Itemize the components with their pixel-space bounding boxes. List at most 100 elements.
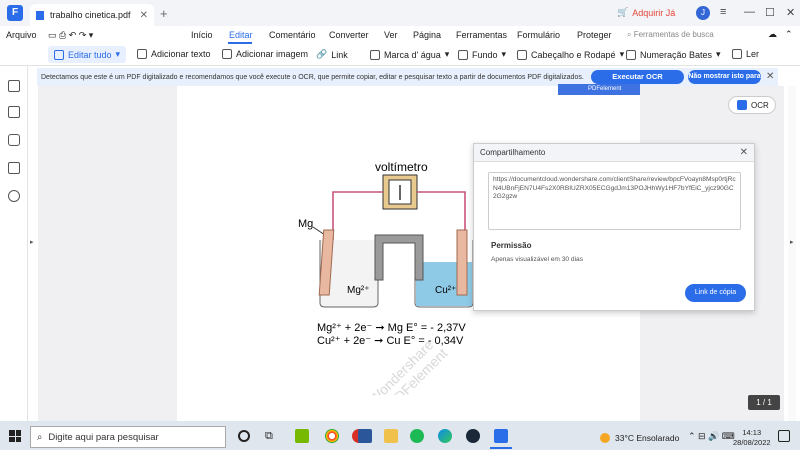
share-dialog: Compartilhamento ✕ https://documentcloud… (473, 143, 755, 311)
dialog-header: Compartilhamento ✕ (474, 144, 754, 162)
edge-icon[interactable] (438, 429, 452, 443)
mg-label: Mg (298, 218, 313, 230)
clock-time: 14:13 (742, 428, 762, 437)
scrollbar[interactable] (788, 86, 796, 421)
watermark-button[interactable]: Marca d' água ▾ (370, 49, 449, 60)
watermark-icon (370, 49, 380, 60)
sun-icon (600, 433, 610, 443)
ocr-message: Detectamos que este é um PDF digitalizad… (41, 73, 584, 81)
clock-date: 28/08/2022 (733, 438, 771, 447)
equation-mg: Mg²⁺ + 2e⁻ ➞ Mg E° = - 2,37V (317, 322, 466, 334)
search-placeholder: Digite aqui para pesquisar (48, 431, 159, 443)
document-tab[interactable]: trabalho cinetica.pdf ✕ (30, 4, 154, 26)
read-button[interactable]: Ler (732, 49, 759, 59)
pdf-icon (36, 10, 44, 20)
menu-converter[interactable]: Converter (329, 30, 369, 40)
menu-comentario[interactable]: Comentário (269, 30, 316, 40)
left-sidebar (0, 66, 28, 421)
edit-icon (54, 49, 64, 60)
chrome-icon[interactable] (325, 429, 339, 443)
add-image-label: Adicionar imagem (236, 49, 309, 59)
dialog-title: Compartilhamento (480, 148, 546, 157)
permission-text: Apenas visualizável em 30 dias (491, 256, 583, 263)
buy-button[interactable]: 🛒 Adquirir Já (617, 7, 675, 18)
menu-pagina[interactable]: Página (413, 30, 441, 40)
file-explorer-icon[interactable] (384, 429, 398, 443)
cu-ion-label: Cu²⁺ (435, 285, 456, 296)
cloud-icon[interactable]: ☁ (768, 29, 777, 40)
menu-icon[interactable]: ≡ (720, 6, 726, 18)
dont-show-button[interactable]: Não mostrar isto para (688, 70, 761, 84)
collapse-ribbon-icon[interactable]: ⌃ (785, 29, 793, 40)
menu-proteger[interactable]: Proteger (577, 30, 612, 40)
weather-text: 33°C Ensolarado (615, 433, 680, 443)
add-image-button[interactable]: Adicionar imagem (222, 49, 308, 59)
cart-icon: 🛒 (617, 7, 629, 17)
bates-button[interactable]: Numeração Bates ▾ (626, 49, 721, 60)
close-ocr-bar-icon[interactable]: ✕ (766, 71, 774, 82)
steam-icon[interactable] (466, 429, 480, 443)
maximize-button[interactable]: ☐ (765, 6, 775, 19)
nvidia-icon[interactable] (295, 429, 309, 443)
salt-bridge (374, 234, 424, 281)
pdfelement-taskbar-icon[interactable] (494, 429, 508, 443)
thumbnails-icon[interactable] (8, 80, 20, 92)
search-icon[interactable] (8, 190, 20, 202)
cortana-icon[interactable] (238, 430, 250, 442)
close-tab-icon[interactable]: ✕ (140, 10, 148, 21)
minimize-button[interactable]: — (744, 6, 755, 18)
taskbar-search[interactable]: ⌕ Digite aqui para pesquisar (30, 426, 226, 448)
expand-right-icon[interactable]: ▸ (790, 238, 794, 246)
notifications-icon[interactable] (778, 430, 790, 442)
quick-access-icons[interactable]: ▭ ⎙ ↶ ↷ ▾ (48, 30, 93, 41)
edit-all-button[interactable]: Editar tudo ▾ (48, 46, 127, 63)
menu-file[interactable]: Arquivo (6, 30, 37, 40)
spotify-icon[interactable] (410, 429, 424, 443)
share-url-field[interactable]: https://documentcloud.wondershare.com/cl… (488, 172, 741, 230)
search-tools-label: Ferramentas de busca (633, 30, 714, 39)
windows-start-icon[interactable] (9, 430, 21, 442)
close-dialog-icon[interactable]: ✕ (740, 147, 748, 158)
background-button[interactable]: Fundo ▾ (458, 49, 506, 60)
avatar[interactable]: J (696, 6, 710, 20)
bookmark-icon[interactable] (8, 106, 20, 118)
equation-cu: Cu²⁺ + 2e⁻ ➞ Cu E° = - 0,34V (317, 335, 464, 347)
menu-inicio[interactable]: Início (191, 30, 213, 40)
comment-icon[interactable] (8, 134, 20, 146)
new-tab-button[interactable]: + (160, 6, 168, 21)
clock[interactable]: 14:13 28/08/2022 (733, 428, 771, 448)
image-icon (222, 49, 232, 59)
cell-diagram: voltímetro Mg Mg²⁺ Cu²⁺ Mg²⁺ + 2e⁻ ➞ Mg … (298, 160, 474, 395)
search-icon: ⌕ (627, 30, 634, 39)
right-wire (417, 191, 466, 235)
copy-link-button[interactable]: Link de cópia (685, 284, 746, 302)
weather-widget[interactable]: 33°C Ensolarado (600, 433, 679, 443)
mg-ion-label: Mg²⁺ (347, 285, 370, 296)
menu-ver[interactable]: Ver (384, 30, 398, 40)
menu-editar[interactable]: Editar (229, 30, 253, 40)
header-footer-icon (517, 49, 527, 60)
menu-ferramentas[interactable]: Ferramentas (456, 30, 507, 40)
add-text-label: Adicionar texto (151, 49, 211, 59)
close-window-button[interactable]: ✕ (786, 6, 795, 19)
task-view-icon[interactable]: ⧉ (265, 430, 273, 443)
header-footer-button[interactable]: Cabeçalho e Rodapé ▾ (517, 49, 624, 60)
expand-left-icon[interactable]: ▸ (30, 238, 34, 246)
link-button[interactable]: 🔗 Link (316, 49, 348, 60)
run-ocr-button[interactable]: Executar OCR (591, 70, 684, 84)
search-tools[interactable]: ⌕ Ferramentas de busca (627, 30, 714, 40)
header-footer-label: Cabeçalho e Rodapé (531, 49, 616, 60)
background-label: Fundo (472, 49, 498, 60)
attachment-icon[interactable] (8, 162, 20, 174)
ocr-button[interactable]: OCR (728, 96, 776, 114)
left-wire (332, 191, 383, 240)
system-tray-icons[interactable]: ⌃ ⊟ 🔊 ⌨ (688, 431, 735, 442)
link-icon: 🔗 (316, 49, 328, 59)
word-icon[interactable] (358, 429, 372, 443)
active-app-indicator (490, 447, 512, 449)
add-text-button[interactable]: Adicionar texto (137, 49, 211, 59)
voltmeter-label: voltímetro (375, 160, 428, 174)
bates-icon (626, 49, 636, 60)
ocr-button-label: OCR (751, 100, 769, 110)
menu-formulario[interactable]: Formulário (517, 30, 560, 40)
